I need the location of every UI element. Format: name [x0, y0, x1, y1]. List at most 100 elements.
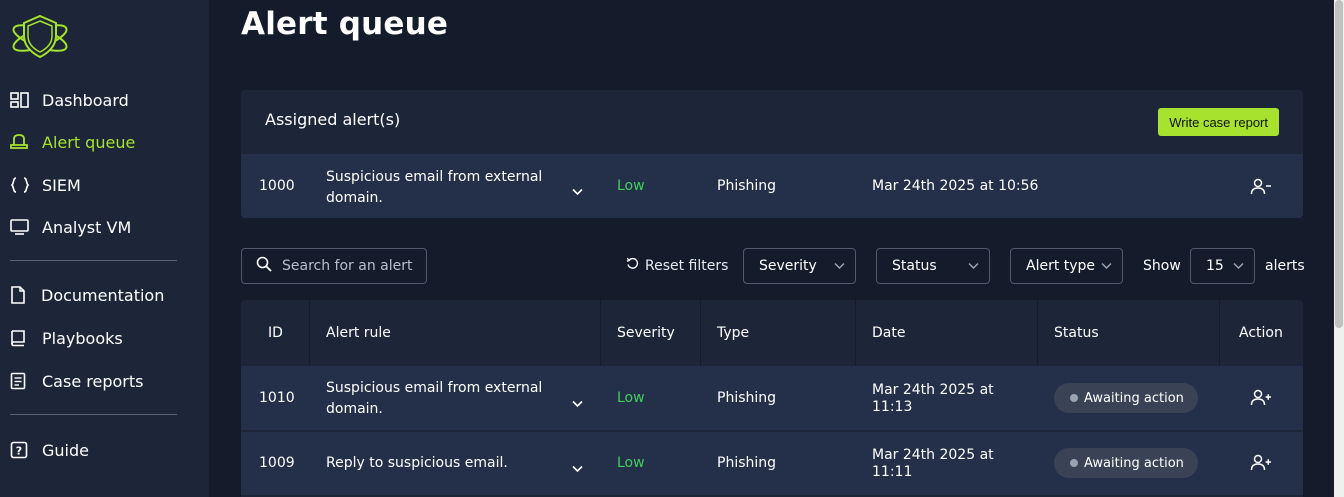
- dashboard-icon: [10, 92, 42, 108]
- status-dot-icon: [1070, 394, 1078, 402]
- assigned-alert-row[interactable]: 1000 Suspicious email from external doma…: [241, 154, 1303, 218]
- reset-icon: [626, 257, 639, 274]
- assigned-alerts-title: Assigned alert(s): [265, 110, 401, 129]
- book-icon: [10, 329, 42, 347]
- sidebar: Dashboard Alert queue SIEM Analyst VM Do…: [0, 0, 209, 497]
- alert-type-filter-select[interactable]: Alert type: [1010, 248, 1123, 284]
- page-title: Alert queue: [241, 6, 449, 42]
- chevron-down-icon: [1101, 258, 1112, 274]
- document-icon: [10, 286, 41, 304]
- sidebar-item-label: Playbooks: [42, 328, 123, 348]
- chevron-down-icon: [1233, 258, 1244, 274]
- alert-date: Mar 24th 2025 at 11:13: [872, 382, 994, 416]
- unassign-user-icon[interactable]: [1250, 178, 1272, 199]
- column-header-id[interactable]: ID: [268, 325, 283, 341]
- sidebar-divider: [10, 260, 177, 261]
- alert-rule-line: domain.: [326, 190, 383, 206]
- monitor-icon: [10, 219, 42, 235]
- page-size-select[interactable]: 15: [1190, 248, 1255, 284]
- app-root: Dashboard Alert queue SIEM Analyst VM Do…: [0, 0, 1344, 497]
- sidebar-item-documentation[interactable]: Documentation: [10, 280, 200, 310]
- column-separator: [600, 300, 601, 366]
- sidebar-item-label: Alert queue: [42, 132, 136, 152]
- column-header-date[interactable]: Date: [872, 325, 905, 341]
- column-separator: [1219, 300, 1220, 366]
- alert-id: 1009: [259, 455, 295, 471]
- alert-id: 1000: [259, 178, 295, 194]
- alert-rule-line: Suspicious email from external: [326, 169, 543, 185]
- expand-chevron-icon[interactable]: [572, 458, 583, 477]
- alert-date: Mar 24th 2025 at 11:11: [872, 447, 994, 481]
- table-row[interactable]: 1009 Reply to suspicious email. Low Phis…: [241, 431, 1303, 495]
- status-dot-icon: [1070, 459, 1078, 467]
- scrollbar-thumb[interactable]: [1335, 0, 1343, 328]
- status-label: Awaiting action: [1084, 455, 1184, 471]
- sidebar-item-analyst-vm[interactable]: Analyst VM: [10, 212, 200, 242]
- search-input[interactable]: Search for an alert: [241, 248, 427, 284]
- table-row[interactable]: 1010 Suspicious email from external doma…: [241, 366, 1303, 430]
- alert-rule: Suspicious email from external domain.: [326, 378, 542, 420]
- column-header-status[interactable]: Status: [1054, 325, 1099, 341]
- severity-label: Low: [617, 390, 645, 406]
- select-value: 15: [1206, 258, 1224, 274]
- brand-logo-icon[interactable]: [10, 12, 72, 62]
- severity-label: Low: [617, 178, 645, 194]
- scrollbar[interactable]: [1334, 0, 1344, 497]
- sidebar-item-alert-queue[interactable]: Alert queue: [10, 127, 200, 157]
- severity-label: Low: [617, 455, 645, 471]
- report-icon: [10, 372, 42, 390]
- chevron-down-icon: [968, 258, 979, 274]
- status-filter-select[interactable]: Status: [876, 248, 990, 284]
- alert-rule-line: domain.: [326, 401, 383, 417]
- select-value: Alert type: [1026, 258, 1096, 274]
- braces-icon: [10, 177, 42, 193]
- select-value: Severity: [759, 258, 817, 274]
- status-badge: Awaiting action: [1054, 383, 1198, 413]
- table-header: ID Alert rule Severity Type Date Status …: [241, 300, 1303, 366]
- alert-date-line: 11:13: [872, 399, 913, 415]
- sidebar-item-case-reports[interactable]: Case reports: [10, 366, 200, 396]
- alert-date-line: Mar 24th 2025 at: [872, 382, 994, 398]
- sidebar-divider: [10, 414, 177, 415]
- alert-rule: Reply to suspicious email.: [326, 455, 508, 471]
- column-separator: [309, 300, 310, 366]
- alert-id: 1010: [259, 390, 295, 406]
- sidebar-item-label: Documentation: [41, 285, 165, 305]
- show-label: Show: [1143, 258, 1181, 274]
- alert-date-line: 11:11: [872, 464, 913, 480]
- sidebar-item-playbooks[interactable]: Playbooks: [10, 323, 200, 353]
- chevron-down-icon: [834, 258, 845, 274]
- assigned-alerts-panel: Assigned alert(s) Write case report 1000…: [241, 90, 1303, 218]
- expand-chevron-icon[interactable]: [572, 393, 583, 412]
- search-icon: [256, 256, 272, 276]
- reset-filters-button[interactable]: Reset filters: [626, 257, 728, 274]
- column-header-rule[interactable]: Alert rule: [326, 325, 391, 341]
- main-content: Alert queue Assigned alert(s) Write case…: [209, 0, 1344, 497]
- column-separator: [700, 300, 701, 366]
- alert-rule-line: Suspicious email from external: [326, 380, 543, 396]
- alert-type: Phishing: [717, 178, 777, 194]
- svg-text:?: ?: [16, 445, 22, 458]
- severity-filter-select[interactable]: Severity: [743, 248, 856, 284]
- expand-chevron-icon[interactable]: [572, 181, 583, 200]
- reset-filters-label: Reset filters: [645, 257, 729, 274]
- sidebar-item-guide[interactable]: ? Guide: [10, 435, 200, 465]
- sidebar-item-label: SIEM: [42, 175, 81, 195]
- alert-type: Phishing: [717, 390, 777, 406]
- help-icon: ?: [10, 441, 42, 459]
- column-header-type[interactable]: Type: [717, 325, 749, 341]
- sidebar-item-label: Case reports: [42, 371, 144, 391]
- alerts-table: ID Alert rule Severity Type Date Status …: [241, 300, 1303, 497]
- assign-user-icon[interactable]: [1250, 389, 1272, 410]
- status-label: Awaiting action: [1084, 390, 1184, 406]
- column-separator: [1037, 300, 1038, 366]
- column-separator: [855, 300, 856, 366]
- sidebar-item-label: Guide: [42, 440, 89, 460]
- write-case-report-button[interactable]: Write case report: [1158, 108, 1279, 136]
- sidebar-item-siem[interactable]: SIEM: [10, 170, 200, 200]
- sidebar-item-label: Analyst VM: [42, 217, 132, 237]
- column-header-severity[interactable]: Severity: [617, 325, 675, 341]
- sidebar-item-dashboard[interactable]: Dashboard: [10, 85, 200, 115]
- assign-user-icon[interactable]: [1250, 454, 1272, 475]
- alert-rule-line: Reply to suspicious email.: [326, 455, 508, 471]
